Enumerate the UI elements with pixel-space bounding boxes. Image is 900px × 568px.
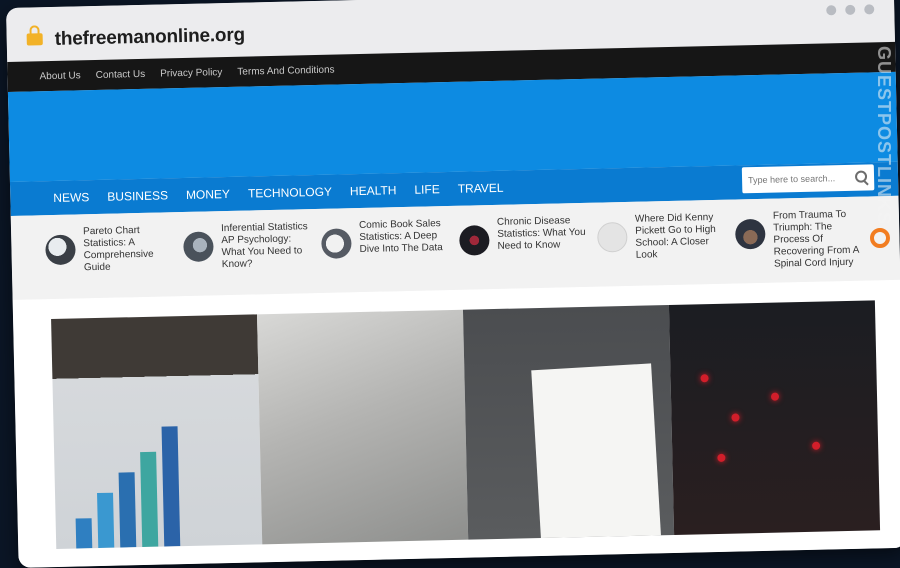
news-title[interactable]: From Trauma To Triumph: The Process Of R…: [773, 209, 864, 271]
news-thumbnail: [459, 225, 490, 256]
featured-grid: [51, 300, 881, 549]
featured-image-blanket[interactable]: [257, 309, 469, 545]
window-control-dot[interactable]: [845, 4, 856, 15]
news-item[interactable]: Comic Book Sales Statistics: A Deep Dive…: [321, 218, 461, 293]
news-title[interactable]: Chronic Disease Statistics: What You Nee…: [497, 215, 588, 253]
link-logo-icon: [870, 228, 890, 248]
news-thumbnail: [597, 221, 628, 253]
domain-title: thefreemanonline.org: [54, 24, 246, 50]
red-dot-decoration: [717, 453, 726, 462]
nav-item-life[interactable]: LIFE: [414, 182, 440, 197]
content-area: [12, 279, 900, 568]
bar-decoration: [97, 492, 115, 549]
news-thumbnail: [734, 218, 766, 250]
top-menu-terms-link[interactable]: Terms And Conditions: [237, 64, 335, 77]
red-dot-decoration: [770, 392, 780, 401]
search-box: [741, 164, 875, 194]
news-item[interactable]: Where Did Kenny Pickett Go to High Schoo…: [597, 212, 737, 287]
nav-item-technology[interactable]: TECHNOLOGY: [248, 185, 332, 201]
news-thumbnail: [45, 234, 76, 266]
news-thumbnail: [183, 231, 214, 263]
red-dot-decoration: [731, 413, 740, 422]
top-menu-contact-link[interactable]: Contact Us: [96, 68, 146, 80]
nav-item-travel[interactable]: TRAVEL: [458, 181, 504, 196]
red-dot-decoration: [700, 374, 709, 383]
news-item[interactable]: Chronic Disease Statistics: What You Nee…: [459, 215, 599, 290]
bar-decoration: [140, 451, 159, 548]
browser-window: thefreemanonline.org About Us Contact Us…: [6, 0, 900, 568]
news-thumbnail: [321, 228, 352, 259]
top-menu-about-link[interactable]: About Us: [39, 70, 80, 82]
nav-item-money[interactable]: MONEY: [186, 187, 230, 202]
nav-item-news[interactable]: NEWS: [53, 190, 89, 205]
guestpostlinks-watermark: GUESTPOSTLINKS: [862, 42, 896, 264]
lock-icon: [26, 33, 43, 46]
news-item[interactable]: From Trauma To Triumph: The Process Of R…: [734, 208, 875, 283]
news-item[interactable]: Pareto Chart Statistics: A Comprehensive…: [45, 224, 185, 299]
window-control-dot[interactable]: [826, 5, 837, 16]
bar-decoration: [75, 518, 93, 549]
news-title[interactable]: Inferential Statistics AP Psychology: Wh…: [221, 221, 312, 271]
featured-image-report[interactable]: [462, 305, 675, 540]
window-controls: [826, 4, 875, 16]
featured-image-chart-laptop[interactable]: [51, 314, 263, 549]
nav-item-health[interactable]: HEALTH: [350, 183, 397, 198]
paper-sheet-decoration: [531, 363, 662, 540]
red-dot-decoration: [812, 441, 821, 450]
top-menu-privacy-link[interactable]: Privacy Policy: [160, 67, 222, 79]
window-control-dot[interactable]: [864, 4, 875, 15]
search-input[interactable]: [741, 164, 851, 194]
news-title[interactable]: Where Did Kenny Pickett Go to High Schoo…: [635, 212, 726, 262]
news-title[interactable]: Pareto Chart Statistics: A Comprehensive…: [83, 224, 174, 274]
watermark-text: GUESTPOSTLINKS: [874, 46, 894, 226]
featured-image-dark-map[interactable]: [668, 300, 881, 535]
bar-decoration: [118, 472, 137, 548]
news-title[interactable]: Comic Book Sales Statistics: A Deep Dive…: [359, 218, 450, 256]
news-item[interactable]: Inferential Statistics AP Psychology: Wh…: [183, 221, 323, 296]
bar-decoration: [161, 426, 181, 547]
nav-item-business[interactable]: BUSINESS: [107, 188, 168, 203]
